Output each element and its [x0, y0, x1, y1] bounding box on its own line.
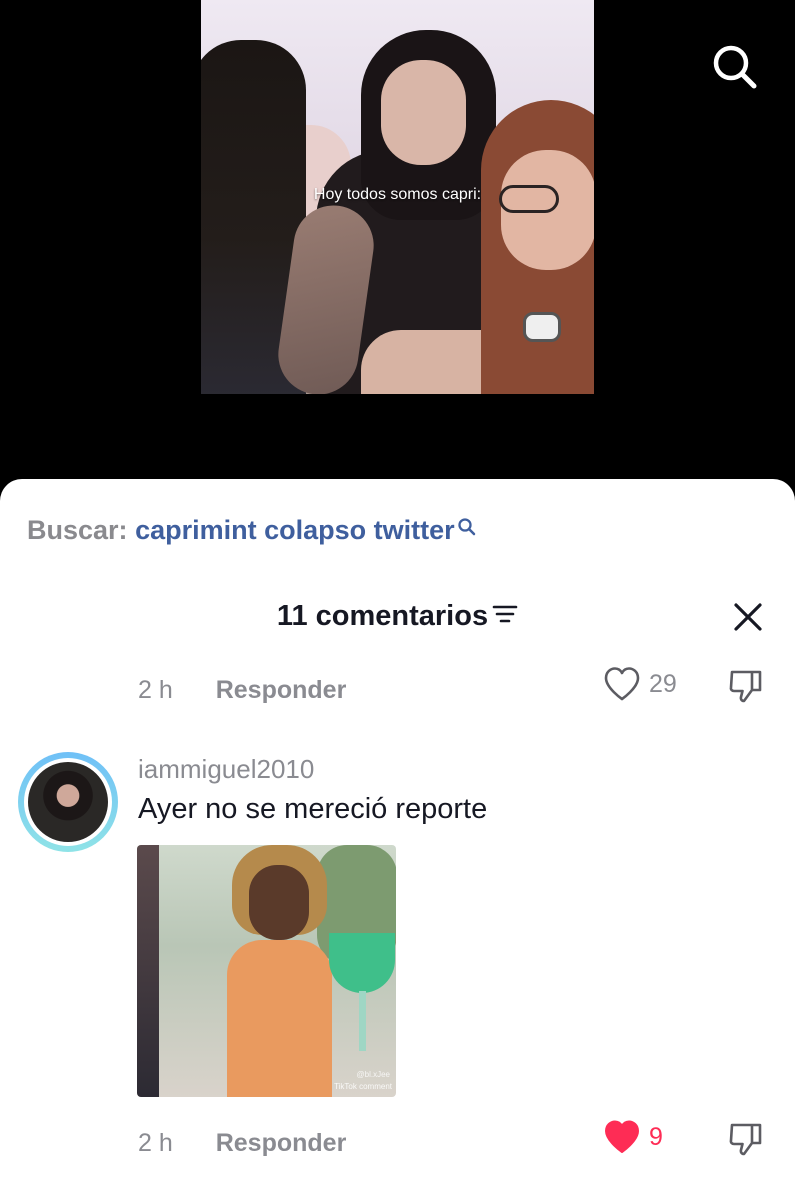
- video-frame[interactable]: Hoy todos somos capri:: [201, 0, 594, 394]
- comment-username[interactable]: iammiguel2010: [138, 754, 314, 785]
- comments-header: 11 comentarios: [0, 599, 795, 633]
- heart-icon[interactable]: [603, 1119, 641, 1155]
- heart-icon[interactable]: [603, 666, 641, 702]
- comment-meta-row: 2 h Responder: [138, 676, 346, 705]
- reply-button[interactable]: Responder: [216, 676, 347, 704]
- video-player[interactable]: Hoy todos somos capri:: [0, 0, 795, 500]
- related-search-term[interactable]: caprimint colapso twitter: [135, 515, 455, 545]
- comments-sheet: Buscar: caprimint colapso twitter 11 com…: [0, 479, 795, 1200]
- search-icon: [457, 513, 477, 544]
- video-person-center-face: [381, 60, 466, 165]
- comment-time: 2 h: [138, 676, 173, 704]
- image-margarita-glass: [329, 933, 395, 993]
- avatar-photo: [28, 762, 108, 842]
- video-watch: [523, 312, 561, 342]
- comment-text: Ayer no se mereció reporte: [138, 793, 488, 825]
- video-caption: Hoy todos somos capri:: [313, 186, 482, 203]
- reply-button[interactable]: Responder: [216, 1129, 347, 1157]
- comment-attached-image[interactable]: @bl.xJee TikTok comment: [137, 845, 396, 1097]
- search-icon[interactable]: [710, 42, 760, 92]
- image-person-face: [249, 865, 309, 940]
- like-count: 9: [649, 1123, 663, 1151]
- related-search-link[interactable]: Buscar: caprimint colapso twitter: [27, 515, 477, 546]
- comment-meta-row: 2 h Responder: [138, 1129, 346, 1158]
- image-left-edge: [137, 845, 159, 1097]
- avatar[interactable]: [18, 752, 118, 852]
- image-watermark-handle: @bl.xJee: [356, 1070, 390, 1079]
- avatar-ring-inner: [24, 758, 112, 846]
- image-watermark-brand: TikTok comment: [334, 1082, 392, 1091]
- comment-time: 2 h: [138, 1129, 173, 1157]
- image-glass-stem: [359, 991, 366, 1051]
- close-icon[interactable]: [728, 597, 768, 637]
- image-person-body: [227, 940, 332, 1097]
- comments-count: 11 comentarios: [276, 599, 489, 632]
- sort-icon[interactable]: [492, 600, 518, 633]
- dislike-icon[interactable]: [726, 666, 766, 706]
- related-search-prefix: Buscar:: [27, 515, 128, 545]
- dislike-icon[interactable]: [726, 1119, 766, 1159]
- like-count: 29: [649, 670, 677, 698]
